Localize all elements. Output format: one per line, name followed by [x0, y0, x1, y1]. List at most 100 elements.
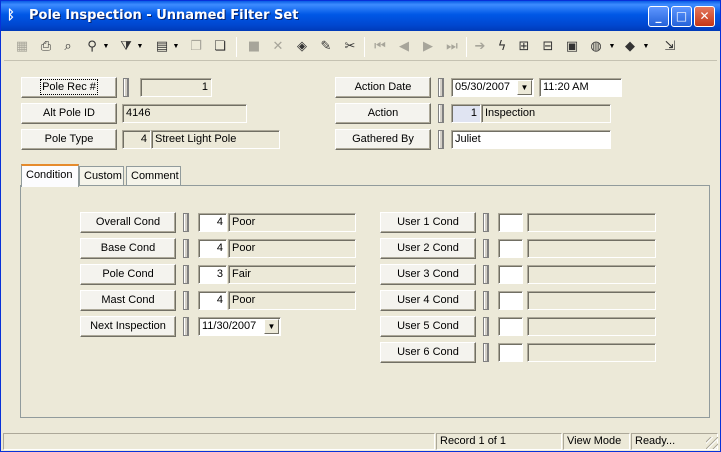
scissors-icon[interactable]: ✂	[340, 37, 360, 57]
pencil-icon[interactable]: ✎	[316, 37, 336, 57]
lookup-grip[interactable]	[438, 130, 444, 149]
resize-grip[interactable]	[706, 437, 718, 449]
globe-dropdown-arrow[interactable]: ▼	[608, 37, 616, 57]
filter-dropdown-arrow[interactable]: ▼	[136, 37, 144, 57]
filter-icon[interactable]: ⧩	[116, 37, 136, 57]
user-1-cond-button[interactable]: User 1 Cond	[380, 212, 476, 233]
base-cond-code[interactable]: 4	[198, 239, 227, 258]
title-bar[interactable]: ᛒ Pole Inspection - Unnamed Filter Set _…	[1, 1, 720, 31]
print-preview-icon[interactable]: ⌕	[58, 37, 78, 57]
status-mode: View Mode	[563, 433, 630, 450]
map-icon[interactable]: ▣	[562, 37, 582, 57]
next-record-icon[interactable]: ▶	[418, 37, 438, 57]
action-code-field[interactable]: 1	[451, 104, 481, 123]
lookup-grip[interactable]	[483, 317, 489, 336]
save-icon[interactable]: ■	[244, 37, 264, 57]
base-cond-button[interactable]: Base Cond	[80, 238, 176, 259]
mast-cond-button[interactable]: Mast Cond	[80, 290, 176, 311]
print-icon[interactable]: ⎙	[36, 37, 56, 57]
toolbar-separator	[466, 37, 467, 57]
status-message	[3, 433, 435, 450]
action-time-field[interactable]: 11:20 AM	[539, 78, 622, 97]
action-date-button[interactable]: Action Date	[335, 77, 431, 98]
pole-cond-button[interactable]: Pole Cond	[80, 264, 176, 285]
previous-record-icon[interactable]: ◀	[394, 37, 414, 57]
report-icon[interactable]: ▤	[152, 37, 172, 57]
pole-rec-button[interactable]: Pole Rec #	[21, 77, 117, 98]
mast-cond-value: Poor	[228, 291, 356, 310]
hierarchy-icon[interactable]: ⊟	[538, 37, 558, 57]
user-4-cond-code[interactable]	[498, 291, 523, 310]
lightning-icon[interactable]: ϟ	[492, 37, 512, 57]
overall-cond-label: Overall Cond	[95, 216, 161, 228]
lookup-grip[interactable]	[483, 213, 489, 232]
layers-icon[interactable]: ◈	[292, 37, 312, 57]
globe-icon[interactable]: ◍	[586, 37, 606, 57]
book-icon[interactable]: ◆	[620, 37, 640, 57]
lookup-grip[interactable]	[483, 265, 489, 284]
user-6-cond-code[interactable]	[498, 343, 523, 362]
delete-icon[interactable]: ✕	[268, 37, 288, 57]
chevron-down-icon[interactable]: ▼	[517, 80, 532, 95]
alt-pole-id-label: Alt Pole ID	[43, 107, 95, 119]
report-dropdown-arrow[interactable]: ▼	[172, 37, 180, 57]
action-button[interactable]: Action	[335, 103, 431, 124]
next-inspection-label: Next Inspection	[90, 320, 166, 332]
gathered-by-field[interactable]: Juliet	[451, 130, 611, 149]
lookup-grip[interactable]	[483, 343, 489, 362]
lookup-grip[interactable]	[183, 291, 189, 310]
copy-record-icon[interactable]: ❐	[186, 37, 206, 57]
user-6-cond-button[interactable]: User 6 Cond	[380, 342, 476, 363]
lookup-grip[interactable]	[438, 104, 444, 123]
pole-cond-code[interactable]: 3	[198, 265, 227, 284]
lookup-grip[interactable]	[483, 291, 489, 310]
next-inspection-field[interactable]: 11/30/2007 ▼	[198, 317, 281, 336]
lookup-grip[interactable]	[183, 239, 189, 258]
lookup-grip[interactable]	[438, 78, 444, 97]
book-dropdown-arrow[interactable]: ▼	[642, 37, 650, 57]
action-date-field[interactable]: 05/30/2007 ▼	[451, 78, 534, 97]
mast-cond-code[interactable]: 4	[198, 291, 227, 310]
last-record-icon[interactable]: ⏭	[442, 37, 462, 57]
maximize-icon: □	[675, 9, 688, 23]
tab-comment[interactable]: Comment	[126, 166, 181, 186]
paste-record-icon[interactable]: ❏	[210, 37, 230, 57]
user-2-cond-code[interactable]	[498, 239, 523, 258]
status-bar: Record 1 of 1 View Mode Ready...	[1, 432, 720, 451]
map-link-icon[interactable]: ⊞	[514, 37, 534, 57]
exit-icon[interactable]: ⇲	[660, 37, 680, 57]
user-5-cond-button[interactable]: User 5 Cond	[380, 316, 476, 337]
overall-cond-button[interactable]: Overall Cond	[80, 212, 176, 233]
toolbar-separator	[236, 37, 237, 57]
pole-type-code-field: 4	[122, 130, 151, 149]
user-4-cond-button[interactable]: User 4 Cond	[380, 290, 476, 311]
user-1-cond-code[interactable]	[498, 213, 523, 232]
lookup-grip[interactable]	[183, 317, 189, 336]
close-button[interactable]: ✕	[694, 6, 715, 27]
next-inspection-button[interactable]: Next Inspection	[80, 316, 176, 337]
maximize-button[interactable]: □	[671, 6, 692, 27]
user-5-cond-code[interactable]	[498, 317, 523, 336]
minimize-button[interactable]: _	[648, 6, 669, 27]
pole-type-button[interactable]: Pole Type	[21, 129, 117, 150]
tab-custom[interactable]: Custom	[79, 166, 124, 186]
grid-icon[interactable]: ▦	[12, 37, 32, 57]
lookup-grip[interactable]	[483, 239, 489, 258]
alt-pole-id-button[interactable]: Alt Pole ID	[21, 103, 117, 124]
binoculars-icon[interactable]: ⚲	[82, 37, 102, 57]
lookup-grip[interactable]	[123, 78, 129, 97]
tab-condition[interactable]: Condition	[21, 164, 79, 187]
lookup-grip[interactable]	[183, 265, 189, 284]
chevron-down-icon[interactable]: ▼	[264, 319, 279, 334]
user-3-cond-button[interactable]: User 3 Cond	[380, 264, 476, 285]
user-2-cond-button[interactable]: User 2 Cond	[380, 238, 476, 259]
user-3-cond-code[interactable]	[498, 265, 523, 284]
binoculars-dropdown-arrow[interactable]: ▼	[102, 37, 110, 57]
pole-cond-value: Fair	[228, 265, 356, 284]
lookup-grip[interactable]	[183, 213, 189, 232]
gathered-by-button[interactable]: Gathered By	[335, 129, 431, 150]
next-inspection-value: 11/30/2007	[202, 320, 257, 332]
overall-cond-code[interactable]: 4	[198, 213, 227, 232]
first-record-icon[interactable]: ⏮	[370, 37, 390, 57]
go-to-icon[interactable]: ➔	[470, 37, 490, 57]
